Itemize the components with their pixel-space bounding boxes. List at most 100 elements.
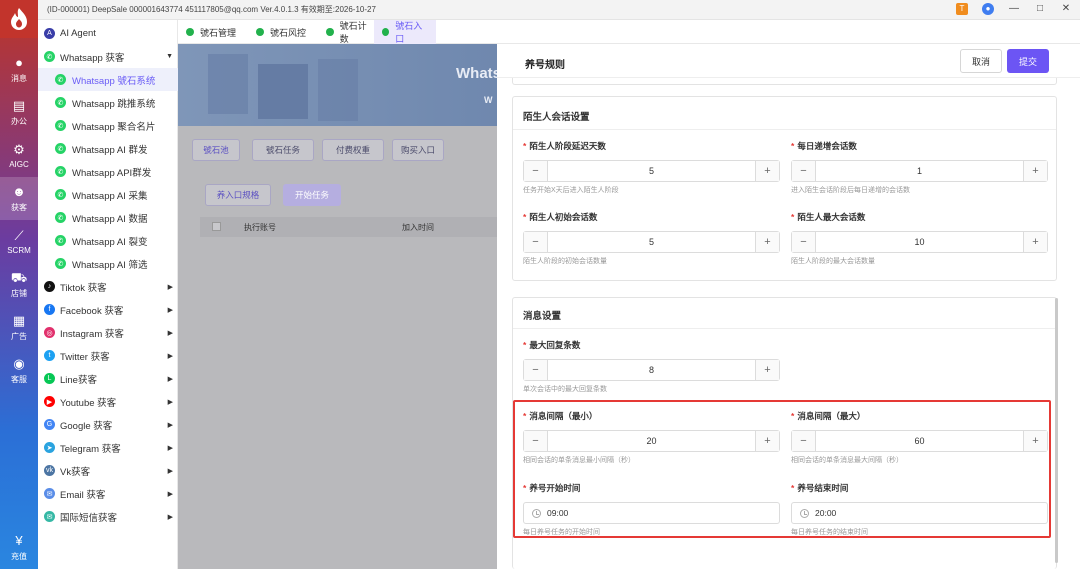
rail-item-office[interactable]: ▤ 办公 (0, 91, 38, 134)
plus-icon[interactable]: + (755, 431, 779, 451)
sidebar-item-1[interactable]: ✆ Whatsapp 获客 ▼ (38, 45, 178, 68)
sidebar-item-18[interactable]: ➤ Telegram 获客 ▶ (38, 436, 178, 459)
cancel-button[interactable]: 取消 (960, 49, 1002, 73)
tab-status-dot (186, 28, 194, 36)
caret-right-icon[interactable]: ▶ (168, 467, 173, 475)
caret-right-icon[interactable]: ▶ (168, 398, 173, 406)
sidebar-item-10[interactable]: ✆ Whatsapp AI 筛选 (38, 252, 178, 275)
minus-icon[interactable]: − (524, 431, 548, 451)
caret-right-icon[interactable]: ▶ (168, 513, 173, 521)
previous-card-bottom (512, 78, 1057, 85)
sidebar-item-8[interactable]: ✆ Whatsapp AI 数据 (38, 206, 178, 229)
stranger-delay-days-stepper[interactable]: − 5 + (523, 160, 780, 182)
sidebar-item-2[interactable]: ✆ Whatsapp 號石系统 (38, 68, 178, 91)
caret-right-icon[interactable]: ▶ (168, 329, 173, 337)
bg-button-start: 开始任务 (283, 184, 341, 206)
bg-table-checkbox (212, 222, 221, 231)
stepper-value[interactable]: 20 (548, 431, 755, 451)
time-value[interactable]: 09:00 (547, 508, 568, 518)
sidebar-item-14[interactable]: t Twitter 获客 ▶ (38, 344, 178, 367)
rail-item-acquire[interactable]: ☻ 获客 (0, 177, 38, 220)
rail-item-aigc[interactable]: ⚙ AIGC (0, 134, 38, 177)
plus-icon[interactable]: + (1023, 431, 1047, 451)
caret-right-icon[interactable]: ▶ (168, 421, 173, 429)
minimize-icon[interactable]: — (1008, 3, 1020, 15)
caret-down-icon[interactable]: ▼ (166, 53, 173, 60)
maximize-icon[interactable]: □ (1034, 3, 1046, 15)
sidebar-item-13[interactable]: ◎ Instagram 获客 ▶ (38, 321, 178, 344)
caret-right-icon[interactable]: ▶ (168, 490, 173, 498)
minus-icon[interactable]: − (524, 232, 548, 252)
rail-item-service[interactable]: ◉ 客服 (0, 349, 38, 392)
sidebar-item-4[interactable]: ✆ Whatsapp 聚合名片 (38, 114, 178, 137)
minus-icon[interactable]: − (792, 161, 816, 181)
plus-icon[interactable]: + (755, 232, 779, 252)
stepper-value[interactable]: 60 (816, 431, 1023, 451)
sidebar-item-16[interactable]: ▶ Youtube 获客 ▶ (38, 390, 178, 413)
time-value[interactable]: 20:00 (815, 508, 836, 518)
interval-min-stepper[interactable]: − 20 + (523, 430, 780, 452)
stepper-value[interactable]: 1 (816, 161, 1023, 181)
sidebar-item-21[interactable]: ✉ 国际短信获客 ▶ (38, 505, 178, 528)
plus-icon[interactable]: + (755, 161, 779, 181)
sidebar-item-20[interactable]: ✉ Email 获客 ▶ (38, 482, 178, 505)
user-icon[interactable]: ● (982, 3, 994, 15)
sidebar-item-0[interactable]: A AI Agent (38, 22, 178, 45)
rail-item-messages[interactable]: ● 消息 (0, 48, 38, 91)
tab-stone-entry[interactable]: 號石入口 (374, 20, 436, 44)
tab-status-dot (382, 28, 390, 36)
sidebar-item-12[interactable]: f Facebook 获客 ▶ (38, 298, 178, 321)
rail-label: AIGC (9, 159, 29, 169)
sidebar-item-17[interactable]: G Google 获客 ▶ (38, 413, 178, 436)
vk-icon: vk (44, 465, 55, 476)
sidebar-item-9[interactable]: ✆ Whatsapp AI 裂变 (38, 229, 178, 252)
sidebar-item-5[interactable]: ✆ Whatsapp AI 群发 (38, 137, 178, 160)
minus-icon[interactable]: − (792, 232, 816, 252)
rail-item-ads[interactable]: ▦ 广告 (0, 306, 38, 349)
minus-icon[interactable]: − (524, 360, 548, 380)
stepper-value[interactable]: 8 (548, 360, 755, 380)
daily-increase-stepper[interactable]: − 1 + (791, 160, 1048, 182)
stepper-value[interactable]: 5 (548, 232, 755, 252)
plus-icon[interactable]: + (1023, 232, 1047, 252)
submit-button[interactable]: 提交 (1007, 49, 1049, 73)
stranger-initial-stepper[interactable]: − 5 + (523, 231, 780, 253)
plus-icon[interactable]: + (1023, 161, 1047, 181)
sidebar-item-label: Whatsapp 聚合名片 (72, 121, 156, 133)
tab-stone-count[interactable]: 號石计数 (318, 20, 382, 44)
sidebar-item-3[interactable]: ✆ Whatsapp 跳推系统 (38, 91, 178, 114)
sidebar-item-15[interactable]: L Line获客 ▶ (38, 367, 178, 390)
rail-item-recharge[interactable]: ¥ 充值 (0, 526, 38, 569)
sidebar-item-19[interactable]: vk Vk获客 ▶ (38, 459, 178, 482)
field-hint: 陌生人阶段的初始会话数量 (523, 258, 607, 265)
end-time-picker[interactable]: 20:00 (791, 502, 1048, 524)
caret-right-icon[interactable]: ▶ (168, 283, 173, 291)
start-time-picker[interactable]: 09:00 (523, 502, 780, 524)
caret-right-icon[interactable]: ▶ (168, 306, 173, 314)
banner-title: Whats (456, 65, 501, 82)
drawer-scrollbar[interactable] (1055, 298, 1058, 563)
tab-stone-management[interactable]: 號石管理 (178, 20, 248, 44)
close-icon[interactable]: ✕ (1060, 3, 1072, 15)
plus-icon[interactable]: + (755, 360, 779, 380)
rail-label: 店铺 (11, 288, 27, 298)
stepper-value[interactable]: 10 (816, 232, 1023, 252)
caret-right-icon[interactable]: ▶ (168, 352, 173, 360)
clock-icon (800, 508, 809, 518)
sidebar-item-6[interactable]: ✆ Whatsapp API群发 (38, 160, 178, 183)
caret-right-icon[interactable]: ▶ (168, 375, 173, 383)
stranger-max-stepper[interactable]: − 10 + (791, 231, 1048, 253)
sidebar-item-7[interactable]: ✆ Whatsapp AI 采集 (38, 183, 178, 206)
interval-max-stepper[interactable]: − 60 + (791, 430, 1048, 452)
sidebar-item-11[interactable]: ♪ Tiktok 获客 ▶ (38, 275, 178, 298)
sidebar-item-label: Tiktok 获客 (60, 282, 107, 294)
notification-icon[interactable]: T (956, 3, 968, 15)
minus-icon[interactable]: − (524, 161, 548, 181)
minus-icon[interactable]: − (792, 431, 816, 451)
tab-stone-risk[interactable]: 號石风控 (248, 20, 318, 44)
rail-item-shop[interactable]: ⛟ 店铺 (0, 263, 38, 306)
rail-item-scrm[interactable]: ⟋ SCRM (0, 220, 38, 263)
max-reply-stepper[interactable]: − 8 + (523, 359, 780, 381)
stepper-value[interactable]: 5 (548, 161, 755, 181)
caret-right-icon[interactable]: ▶ (168, 444, 173, 452)
